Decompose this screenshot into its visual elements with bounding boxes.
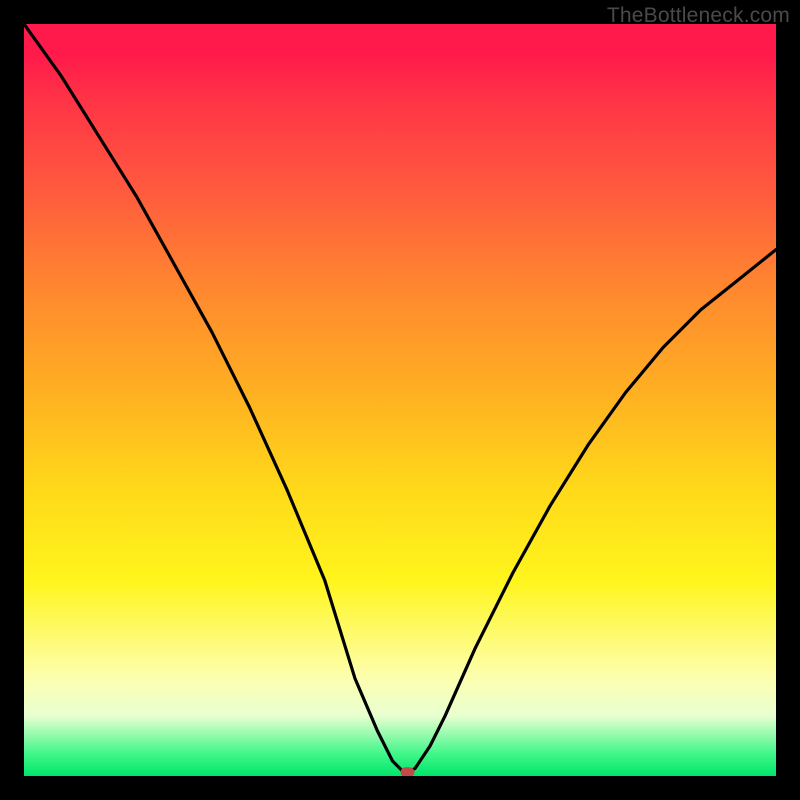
- chart-frame: TheBottleneck.com: [0, 0, 800, 800]
- plot-area: [24, 24, 776, 776]
- bottleneck-curve-svg: [24, 24, 776, 776]
- optimum-marker: [401, 767, 415, 776]
- watermark-text: TheBottleneck.com: [607, 4, 790, 28]
- bottleneck-curve: [24, 24, 776, 772]
